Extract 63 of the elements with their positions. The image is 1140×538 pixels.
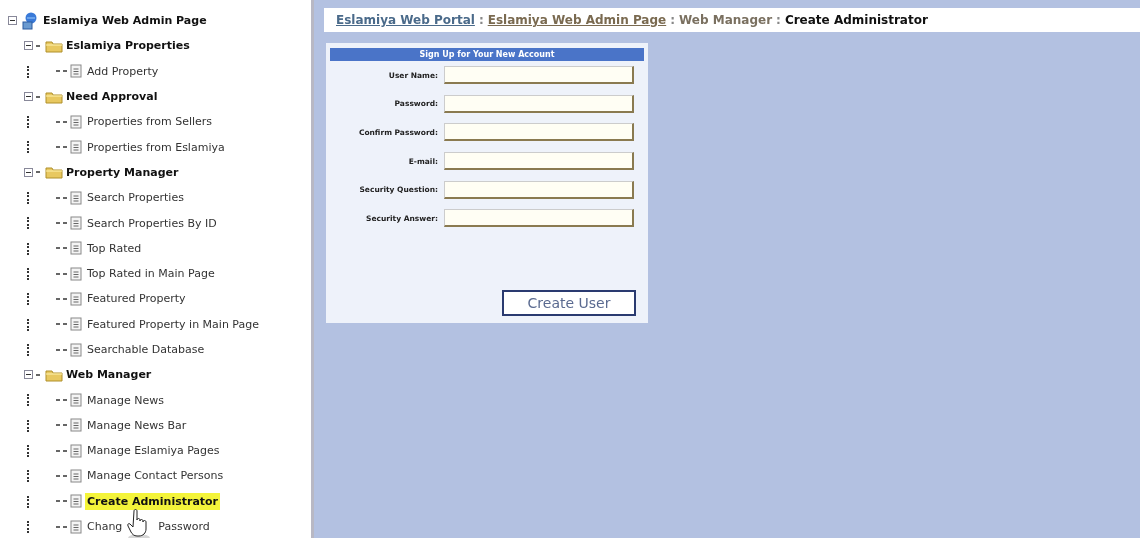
- tree-folder[interactable]: Need Approval: [66, 90, 158, 104]
- create-user-button[interactable]: Create User: [502, 290, 636, 316]
- tree-folder[interactable]: Property Manager: [66, 165, 179, 179]
- tree-item[interactable]: Featured Property in Main Page: [85, 315, 261, 333]
- input-field[interactable]: [444, 94, 634, 113]
- input-field[interactable]: [444, 180, 634, 199]
- page-icon: [70, 418, 82, 433]
- collapse-icon[interactable]: [24, 41, 33, 51]
- page-icon: [70, 494, 82, 509]
- tree-item[interactable]: Chang: [85, 518, 125, 536]
- breadcrumb-current: Create Administrator: [784, 13, 928, 27]
- tree-item[interactable]: Search Properties By ID: [85, 214, 219, 232]
- breadcrumb-separator: :: [670, 13, 675, 27]
- tree-item[interactable]: Top Rated: [85, 239, 144, 257]
- tree-item[interactable]: Properties from Sellers: [85, 113, 215, 131]
- tree-item[interactable]: Create Administrator: [85, 492, 221, 510]
- folder-icon: [45, 38, 63, 53]
- breadcrumb-link[interactable]: Eslamiya Web Portal: [336, 13, 475, 27]
- tree-item[interactable]: Add Property: [85, 62, 161, 80]
- input-field[interactable]: [444, 123, 634, 142]
- page-icon: [70, 140, 82, 155]
- collapse-icon[interactable]: [8, 16, 17, 26]
- panel-header: Sign Up for Your New Account: [330, 48, 644, 61]
- collapse-icon[interactable]: [24, 370, 33, 380]
- page-icon: [70, 64, 82, 79]
- page-icon: [70, 266, 82, 281]
- tree-item[interactable]: Top Rated in Main Page: [85, 265, 217, 283]
- input-field[interactable]: [444, 209, 634, 228]
- tree-item[interactable]: Manage Eslamiya Pages: [85, 442, 222, 460]
- breadcrumb-separator: :: [478, 13, 484, 27]
- page-icon: [70, 469, 82, 483]
- collapse-icon[interactable]: [24, 92, 33, 102]
- page-icon: [70, 317, 82, 332]
- folder-icon: [45, 89, 63, 104]
- page-icon: [70, 393, 82, 408]
- tree-item[interactable]: Properties from Eslamiya: [85, 138, 227, 156]
- input-field[interactable]: [444, 152, 634, 171]
- page-icon: [70, 114, 82, 129]
- breadcrumb-link[interactable]: Eslamiya Web Admin Page: [487, 13, 667, 27]
- tree-item[interactable]: Featured Property: [85, 290, 188, 308]
- breadcrumb-section: Web Manager: [679, 13, 773, 27]
- tree-item[interactable]: Searchable Database: [85, 341, 207, 358]
- tree-item[interactable]: Manage News: [85, 391, 166, 409]
- input-field[interactable]: [444, 66, 634, 85]
- page-icon: [70, 291, 82, 306]
- page-icon: [70, 241, 82, 256]
- collapse-icon[interactable]: [24, 167, 33, 177]
- folder-icon: [45, 367, 63, 382]
- tree-folder[interactable]: Web Manager: [66, 368, 152, 382]
- page-icon: [70, 519, 82, 534]
- page-icon: [70, 216, 82, 230]
- computer-globe-icon: [22, 11, 38, 30]
- folder-icon: [45, 165, 63, 180]
- breadcrumb-separator: :: [776, 13, 781, 27]
- page-icon: [70, 443, 82, 458]
- tree-item[interactable]: Manage Contact Persons: [85, 467, 226, 485]
- tree-item[interactable]: Manage News Bar: [85, 416, 189, 434]
- page-icon: [70, 342, 82, 357]
- tree-item[interactable]: Password: [156, 518, 212, 536]
- tree-folder[interactable]: Eslamiya Properties: [66, 39, 190, 53]
- page-icon: [70, 190, 82, 205]
- tree-item[interactable]: Search Properties: [85, 189, 186, 207]
- tree-root-label[interactable]: Eslamiya Web Admin Page: [43, 14, 207, 28]
